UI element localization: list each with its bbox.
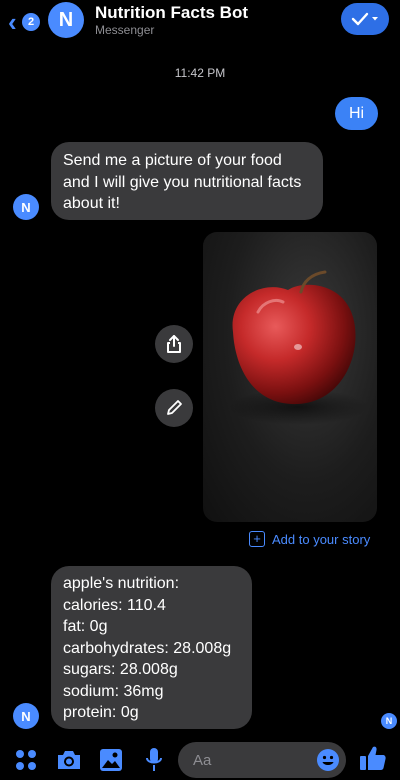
seen-indicator-avatar: N (381, 713, 397, 729)
message-input[interactable]: Aa (178, 742, 346, 778)
composer-bar: Aa (0, 740, 400, 780)
conversation-header: ‹ 2 N Nutrition Facts Bot Messenger (0, 0, 400, 44)
unread-count-badge: 2 (22, 13, 40, 31)
outgoing-message[interactable]: Hi (335, 97, 378, 130)
contact-name[interactable]: Nutrition Facts Bot (95, 3, 248, 23)
thumbs-up-icon[interactable] (359, 744, 387, 777)
image-icon[interactable] (99, 748, 123, 777)
bot-avatar[interactable]: N (13, 703, 39, 729)
nutrition-line: calories: 110.4 (63, 596, 166, 614)
checkmark-icon (351, 12, 378, 26)
contact-avatar[interactable]: N (48, 2, 84, 38)
share-icon (167, 335, 181, 353)
nutrition-line: sodium: 36mg (63, 682, 164, 700)
edit-button[interactable] (155, 389, 193, 427)
add-to-story-link[interactable]: + Add to your story (249, 529, 370, 549)
nutrition-line: protein: 0g (63, 704, 139, 721)
nutrition-line: sugars: 28.008g (63, 661, 178, 678)
chevron-left-icon: ‹ (8, 7, 17, 37)
four-dots-icon[interactable] (14, 748, 38, 777)
add-to-story-label: Add to your story (272, 531, 371, 547)
back-button[interactable]: ‹ 2 (8, 7, 46, 37)
pencil-icon (167, 400, 182, 415)
header-action-button[interactable] (341, 3, 389, 35)
emoji-icon[interactable] (316, 748, 340, 777)
contact-subtitle: Messenger (95, 23, 155, 37)
message-timestamp: 11:42 PM (174, 66, 226, 80)
bot-avatar[interactable]: N (13, 194, 39, 220)
nutrition-line: fat: 0g (63, 618, 108, 635)
nutrition-line: apple's nutrition: (63, 575, 180, 592)
share-button[interactable] (155, 325, 193, 363)
apple-image (228, 270, 368, 425)
nutrition-line: carbohydrates: 28.008g (63, 639, 232, 657)
microphone-icon[interactable] (144, 747, 164, 778)
camera-icon[interactable] (56, 749, 82, 776)
message-input-placeholder: Aa (193, 752, 212, 769)
bot-greeting-message[interactable]: Send me a picture of your food and I wil… (51, 142, 323, 220)
plus-square-icon: + (249, 531, 265, 547)
nutrition-facts-message[interactable]: apple's nutrition: calories: 110.4 fat: … (51, 566, 252, 729)
food-photo[interactable] (203, 232, 377, 522)
